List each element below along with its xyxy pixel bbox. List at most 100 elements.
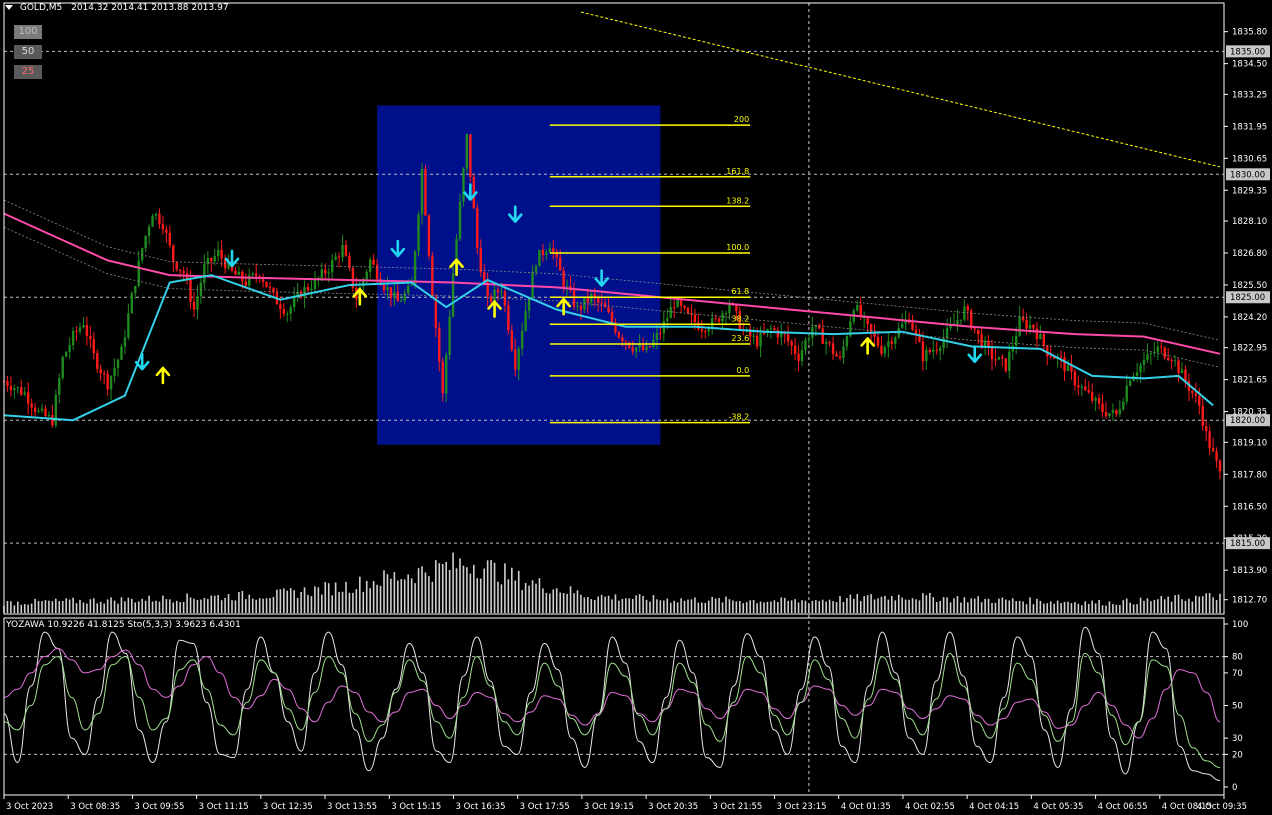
candle-body bbox=[900, 323, 904, 328]
candle-body bbox=[341, 244, 344, 258]
price-level-badge-label: 1820.00 bbox=[1230, 416, 1265, 426]
candle-body bbox=[565, 286, 569, 288]
candle-body bbox=[935, 349, 938, 351]
time-tick-label: 4 Oct 06:55 bbox=[1098, 802, 1148, 812]
scale-button-25[interactable]: 25 bbox=[14, 65, 42, 79]
candle-body bbox=[735, 304, 738, 312]
candle-body bbox=[945, 328, 949, 339]
candle-body bbox=[752, 335, 755, 337]
time-tick-label: 4 Oct 09:35 bbox=[1197, 802, 1247, 812]
candle-body bbox=[1118, 409, 1122, 415]
candle-body bbox=[469, 134, 472, 177]
candle-body bbox=[1163, 347, 1166, 358]
candle-body bbox=[824, 341, 828, 344]
candle-body bbox=[883, 347, 887, 354]
candle-body bbox=[71, 330, 75, 346]
candle-body bbox=[337, 256, 341, 258]
candle-body bbox=[721, 313, 724, 322]
scale-button-100[interactable]: 100 bbox=[14, 25, 42, 39]
candle-body bbox=[610, 312, 614, 323]
candle-body bbox=[1115, 410, 1118, 415]
oscillator-tick-label: 100 bbox=[1232, 620, 1248, 630]
candle-body bbox=[1198, 395, 1201, 406]
candle-body bbox=[932, 349, 935, 352]
candle-body bbox=[1066, 365, 1070, 371]
time-tick-label: 3 Oct 21:55 bbox=[712, 802, 762, 812]
candle-body bbox=[1059, 356, 1063, 358]
candle-body bbox=[448, 316, 451, 356]
candle-body bbox=[880, 345, 883, 354]
candle-body bbox=[838, 356, 842, 358]
candle-body bbox=[648, 346, 652, 348]
candle-body bbox=[479, 248, 482, 273]
oscillator-tick-label: 50 bbox=[1232, 702, 1243, 712]
candle-body bbox=[375, 264, 379, 279]
candle-body bbox=[866, 317, 869, 325]
candle-body bbox=[545, 252, 548, 256]
candle-body bbox=[13, 388, 16, 391]
candle-body bbox=[672, 307, 676, 309]
candle-body bbox=[1166, 357, 1170, 360]
candle-body bbox=[75, 330, 78, 332]
candle-body bbox=[980, 334, 983, 348]
symbol-menu-icon[interactable] bbox=[5, 5, 13, 10]
candle-body bbox=[254, 273, 258, 277]
candle-body bbox=[541, 249, 545, 256]
candle-body bbox=[1001, 356, 1004, 359]
candle-body bbox=[548, 248, 552, 253]
price-tick-label: 1825.50 bbox=[1232, 281, 1267, 291]
candle-body bbox=[894, 337, 897, 344]
price-tick-label: 1833.25 bbox=[1232, 90, 1267, 100]
oscillator-tick-label: 80 bbox=[1232, 653, 1243, 663]
candle-body bbox=[137, 260, 140, 286]
candle-body bbox=[994, 359, 997, 361]
price-level-badge-label: 1830.00 bbox=[1230, 170, 1265, 180]
candle-body bbox=[590, 294, 593, 303]
candle-body bbox=[324, 269, 327, 274]
candle-body bbox=[628, 342, 631, 348]
candle-body bbox=[216, 249, 220, 256]
candle-body bbox=[140, 248, 144, 261]
candle-body bbox=[113, 367, 116, 377]
candle-body bbox=[237, 271, 241, 275]
candle-body bbox=[99, 368, 102, 374]
candle-body bbox=[282, 309, 286, 315]
candle-body bbox=[462, 168, 465, 202]
candle-body bbox=[1135, 372, 1139, 377]
candle-body bbox=[959, 319, 963, 321]
candle-body bbox=[524, 310, 527, 331]
candle-body bbox=[168, 232, 172, 246]
candle-body bbox=[476, 208, 479, 249]
candle-body bbox=[514, 349, 517, 370]
candle-body bbox=[963, 306, 966, 320]
candle-body bbox=[714, 318, 717, 320]
candle-body bbox=[172, 245, 175, 263]
candle-body bbox=[85, 325, 89, 337]
candle-body bbox=[997, 356, 1001, 360]
candle-body bbox=[1004, 358, 1008, 371]
time-tick-label: 4 Oct 05:35 bbox=[1033, 802, 1083, 812]
candle-body bbox=[707, 328, 710, 332]
fib-level-label: 0.0 bbox=[736, 366, 749, 375]
trading-chart[interactable]: 200161.8138.2100.061.838.223.60.0-38.2 1… bbox=[0, 0, 1272, 815]
time-tick-label: 4 Oct 04:15 bbox=[969, 802, 1019, 812]
candle-body bbox=[1218, 460, 1222, 472]
candle-body bbox=[1149, 353, 1153, 355]
candle-body bbox=[130, 293, 134, 314]
candle-body bbox=[334, 256, 337, 260]
candle-body bbox=[403, 293, 406, 301]
candle-body bbox=[213, 255, 216, 262]
time-tick-label: 3 Oct 12:35 bbox=[263, 802, 313, 812]
candle-body bbox=[552, 248, 555, 253]
scale-button-50[interactable]: 50 bbox=[14, 45, 42, 59]
candle-body bbox=[306, 287, 310, 291]
candle-body bbox=[268, 287, 272, 289]
candle-body bbox=[956, 319, 959, 325]
candle-body bbox=[286, 313, 289, 315]
candle-body bbox=[641, 344, 645, 351]
candle-body bbox=[458, 201, 462, 239]
candle-body bbox=[887, 341, 890, 348]
candle-body bbox=[9, 386, 13, 391]
price-tick-label: 1834.50 bbox=[1232, 60, 1267, 70]
candle-body bbox=[68, 345, 71, 352]
